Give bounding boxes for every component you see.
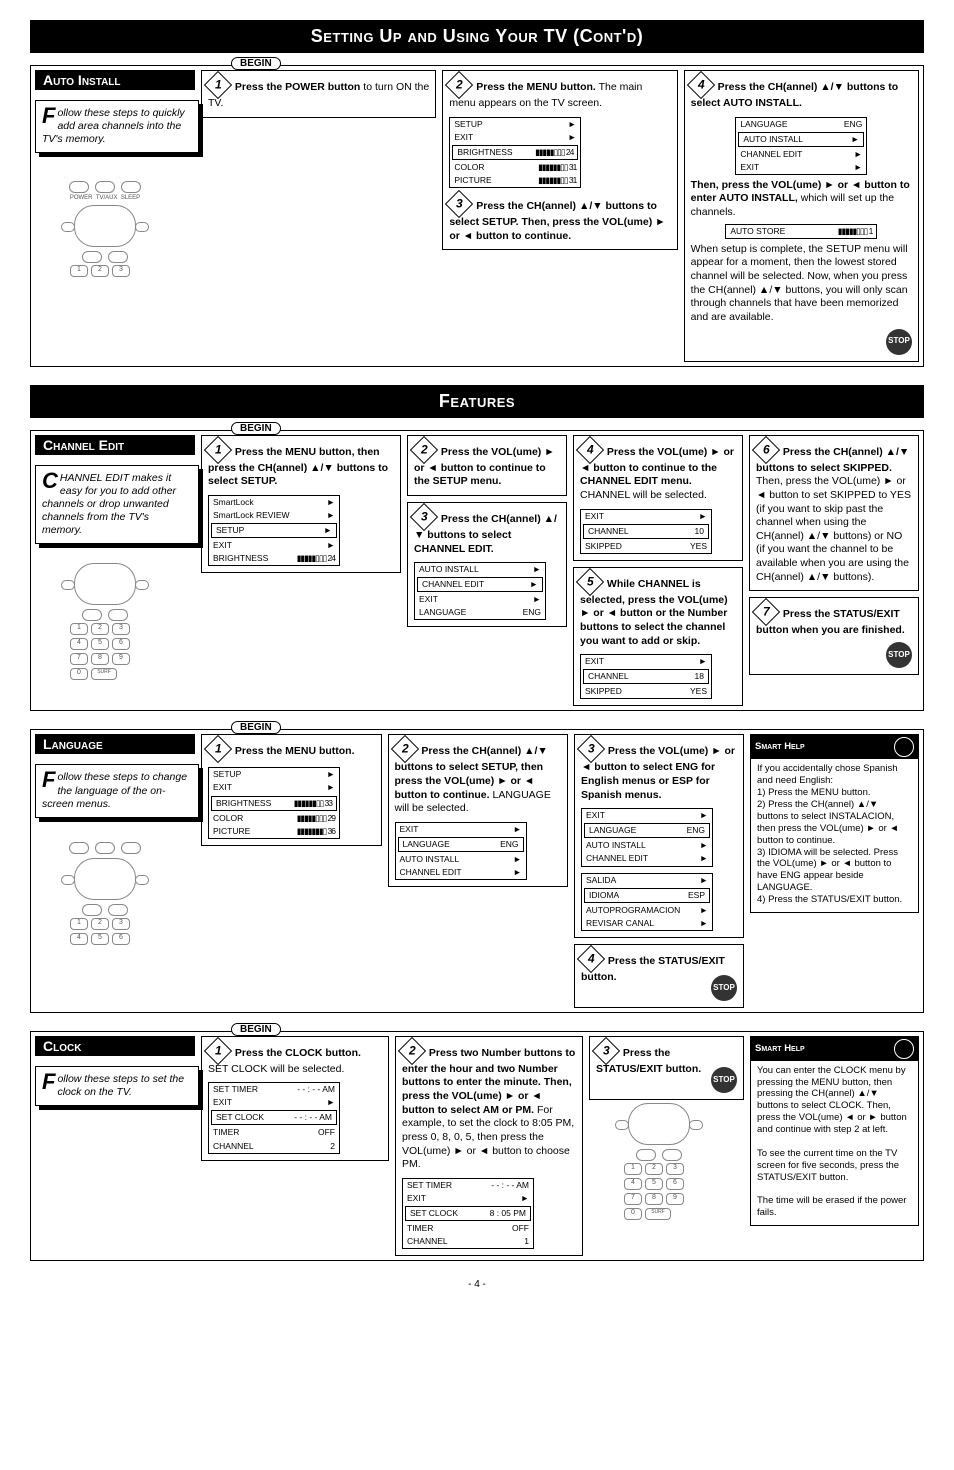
language-step4: 4 Press the STATUS/EXIT button. STOP [574,944,744,1008]
osd-setup: EXIT► LANGUAGEENG AUTO INSTALL► CHANNEL … [395,822,527,880]
auto-install-section: BEGIN Auto Install Follow these steps to… [30,65,924,367]
osd-lang-eng: EXIT► LANGUAGEENG AUTO INSTALL► CHANNEL … [581,808,713,866]
begin-pill: BEGIN [231,422,281,435]
clock-step3: 3 Press the STATUS/EXIT button. STOP [589,1036,744,1100]
channel-edit-step7: 7 Press the STATUS/EXIT button when you … [749,597,919,675]
smart-help-language: Smart Help If you accidentally chose Spa… [750,734,919,913]
osd-menu: SETUP► EXIT► BRIGHTNESS▮▮▮▮▮▯▯▯ 24 COLOR… [449,117,581,188]
channel-edit-step5: 5 While CHANNEL is selected, press the V… [573,567,743,707]
language-intro: Follow these steps to change the languag… [35,764,199,817]
language-step3: 3 Press the VOL(ume) ► or ◄ button to se… [574,734,744,937]
channel-edit-step6: 6 Press the CH(annel) ▲/▼ buttons to sel… [749,435,919,592]
clock-intro: Follow these steps to set the clock on t… [35,1066,199,1106]
osd-autostore: AUTO STORE▮▮▮▮▮▯▯▯ 1 [725,224,877,239]
stop-badge: STOP [886,329,912,355]
stop-badge: STOP [711,1067,737,1093]
osd-setup-menu: LANGUAGEENG AUTO INSTALL► CHANNEL EDIT► … [735,117,867,175]
page-number: - 4 - [30,1279,924,1290]
section-title-features: Features [30,385,924,418]
begin-pill: BEGIN [231,1023,281,1036]
auto-install-step1: 1 Press the POWER button to turn ON the … [201,70,436,118]
lightbulb-icon [894,737,914,757]
channel-edit-section: BEGIN Channel Edit CHANNEL EDIT makes it… [30,430,924,712]
auto-install-step4: 4 Press the CH(annel) ▲/▼ buttons to sel… [684,70,919,362]
auto-install-step2: 2 Press the MENU button. The main menu a… [442,70,677,250]
remote-diagram: 1234567890SURF [589,1106,729,1216]
language-label: Language [35,734,195,754]
auto-install-intro: Follow these steps to quickly add area c… [35,100,199,153]
clock-step2: 2 Press two Number buttons to enter the … [395,1036,583,1256]
osd-chedit: EXIT► CHANNEL10 SKIPPEDYES [580,509,712,554]
channel-edit-step2: 2 Press the VOL(ume) ► or ◄ button to co… [407,435,567,496]
osd-lang-esp: SALIDA► IDIOMAESP AUTOPROGRAMACION► REVI… [581,873,713,931]
smart-help-clock: Smart Help You can enter the CLOCK menu … [750,1036,919,1226]
clock-step1: 1 Press the CLOCK button. SET CLOCK will… [201,1036,389,1161]
channel-edit-step4: 4 Press the VOL(ume) ► or ◄ button to co… [573,435,743,561]
begin-pill: BEGIN [231,721,281,734]
remote-diagram: 1234567890SURF [35,550,175,690]
osd-chedit: EXIT► CHANNEL18 SKIPPEDYES [580,654,712,699]
language-step2: 2 Press the CH(annel) ▲/▼ buttons to sel… [388,734,569,887]
lightbulb-icon [894,1039,914,1059]
channel-edit-label: Channel Edit [35,435,195,455]
begin-pill: BEGIN [231,57,281,70]
channel-edit-step1: 1 Press the MENU button, then press the … [201,435,401,574]
osd-setup: AUTO INSTALL► CHANNEL EDIT► EXIT► LANGUA… [414,562,546,620]
language-section: BEGIN Language Follow these steps to cha… [30,729,924,1012]
stop-badge: STOP [886,642,912,668]
osd-menu: SETUP► EXIT► BRIGHTNESS▮▮▮▮▮▮▯▯ 33 COLOR… [208,767,340,838]
stop-badge: STOP [711,975,737,1001]
osd-menu: SmartLock► SmartLock REVIEW► SETUP► EXIT… [208,495,340,566]
section-title-setting-up: Setting Up and Using Your TV (Cont'd) [30,20,924,53]
channel-edit-intro: CHANNEL EDIT makes it easy for you to ad… [35,465,199,545]
clock-label: Clock [35,1036,195,1056]
remote-diagram: POWER TV/AUX SLEEP 123 [35,159,175,299]
remote-diagram: 123456 [35,824,175,964]
osd-clock-set: SET TIMER- - : - - AM EXIT► SET CLOCK8 :… [402,1178,534,1249]
clock-section: BEGIN Clock Follow these steps to set th… [30,1031,924,1261]
channel-edit-step3: 3 Press the CH(annel) ▲/▼ buttons to sel… [407,502,567,627]
auto-install-label: Auto Install [35,70,195,90]
osd-clock: SET TIMER- - : - - AM EXIT► SET CLOCK- -… [208,1082,340,1153]
language-step1: 1 Press the MENU button. SETUP► EXIT► BR… [201,734,382,845]
